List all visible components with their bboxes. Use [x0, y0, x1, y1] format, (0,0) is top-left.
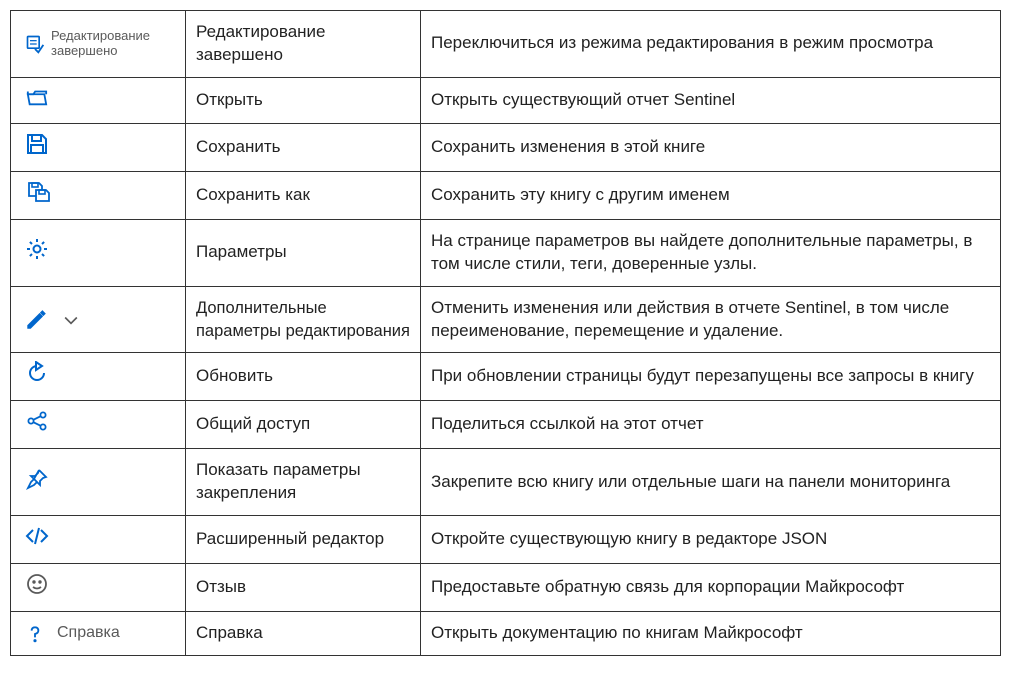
action-desc: Сохранить эту книгу с другим именем	[421, 171, 1001, 219]
help-icon	[25, 622, 45, 646]
table-row: Сохранить как Сохранить эту книгу с друг…	[11, 171, 1001, 219]
action-name: Показать параметры закрепления	[186, 449, 421, 516]
action-desc: Отменить изменения или действия в отчете…	[421, 286, 1001, 353]
action-name: Расширенный редактор	[186, 516, 421, 564]
action-name: Отзыв	[186, 564, 421, 612]
feedback-icon	[25, 572, 49, 596]
table-row: Обновить При обновлении страницы будут п…	[11, 353, 1001, 401]
table-row: Сохранить Сохранить изменения в этой кни…	[11, 123, 1001, 171]
open-icon	[25, 86, 49, 108]
action-desc: Открыть документацию по книгам Майкрософ…	[421, 612, 1001, 656]
edit-done-icon	[25, 34, 45, 54]
table-row: Показать параметры закрепления Закрепите…	[11, 449, 1001, 516]
action-desc: Поделиться ссылкой на этот отчет	[421, 401, 1001, 449]
action-name: Справка	[186, 612, 421, 656]
action-name: Редактирование завершено	[186, 11, 421, 78]
icon-reference-table: Редактирование завершено Редактирование …	[10, 10, 1001, 656]
action-desc: Предоставьте обратную связь для корпорац…	[421, 564, 1001, 612]
pin-icon	[25, 467, 49, 491]
icon-caption: Справка	[57, 624, 120, 642]
action-name: Открыть	[186, 77, 421, 123]
save-icon	[25, 132, 49, 156]
table-row: Общий доступ Поделиться ссылкой на этот …	[11, 401, 1001, 449]
table-row: Справка Справка Открыть документацию по …	[11, 612, 1001, 656]
code-icon	[25, 524, 49, 548]
save-as-icon	[25, 180, 51, 204]
action-name: Дополнительные параметры редактирования	[186, 286, 421, 353]
share-icon	[25, 409, 49, 433]
action-desc: Переключиться из режима редактирования в…	[421, 11, 1001, 78]
action-name: Общий доступ	[186, 401, 421, 449]
action-desc: На странице параметров вы найдете дополн…	[421, 219, 1001, 286]
refresh-icon	[25, 361, 49, 385]
action-desc: При обновлении страницы будут перезапуще…	[421, 353, 1001, 401]
table-row: Дополнительные параметры редактирования …	[11, 286, 1001, 353]
table-row: Отзыв Предоставьте обратную связь для ко…	[11, 564, 1001, 612]
table-row: Параметры На странице параметров вы найд…	[11, 219, 1001, 286]
action-desc: Откройте существующую книгу в редакторе …	[421, 516, 1001, 564]
action-name: Сохранить как	[186, 171, 421, 219]
action-desc: Закрепите всю книгу или отдельные шаги н…	[421, 449, 1001, 516]
chevron-down-icon	[61, 310, 81, 330]
table-row: Расширенный редактор Откройте существующ…	[11, 516, 1001, 564]
table-row: Редактирование завершено Редактирование …	[11, 11, 1001, 78]
settings-icon	[25, 237, 49, 261]
icon-caption: Редактирование завершено	[51, 29, 171, 59]
action-desc: Открыть существующий отчет Sentinel	[421, 77, 1001, 123]
action-name: Обновить	[186, 353, 421, 401]
action-name: Параметры	[186, 219, 421, 286]
pencil-icon	[25, 309, 47, 331]
action-name: Сохранить	[186, 123, 421, 171]
table-row: Открыть Открыть существующий отчет Senti…	[11, 77, 1001, 123]
action-desc: Сохранить изменения в этой книге	[421, 123, 1001, 171]
